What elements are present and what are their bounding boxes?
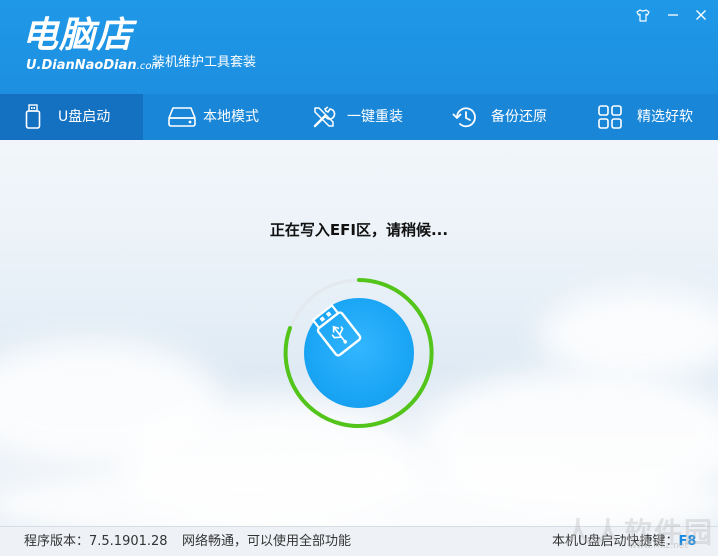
tab-usb-boot[interactable]: U盘启动 xyxy=(0,94,143,140)
apps-grid-icon xyxy=(595,103,625,131)
tab-label: 精选好软 xyxy=(637,109,693,125)
logo-title: 电脑店 xyxy=(22,15,134,56)
program-version: 程序版本：7.5.1901.28 xyxy=(24,534,168,549)
main-tab-bar: U盘启动 本地模式 一键重装 备份还原 精选好软 xyxy=(0,94,718,140)
tab-label: 一键重装 xyxy=(347,109,403,125)
writing-status-text: 正在写入EFI区，请稍候... xyxy=(269,221,449,239)
close-button[interactable] xyxy=(690,6,712,24)
hard-disk-icon xyxy=(167,103,197,131)
app-header: 电脑店 U.DianNaoDian.com 装机维护工具套装 xyxy=(0,0,718,94)
skin-button[interactable] xyxy=(632,6,654,24)
progress-ring xyxy=(282,276,436,430)
usb-plug-icon xyxy=(311,303,362,357)
tab-one-key-reinstall[interactable]: 一键重装 xyxy=(287,94,431,140)
logo-domain: U.DianNaoDian xyxy=(26,58,137,73)
minimize-icon xyxy=(668,14,678,16)
watermark-url: www.rrxz.net xyxy=(629,541,688,551)
shirt-icon xyxy=(636,8,650,22)
logo-subtitle: U.DianNaoDian.com xyxy=(26,58,161,75)
usb-drive-icon xyxy=(18,103,48,131)
status-bar: 程序版本：7.5.1901.28 网络畅通，可以使用全部功能 本机U盘启动快捷键… xyxy=(0,516,718,556)
tab-label: U盘启动 xyxy=(58,109,111,125)
minimize-button[interactable] xyxy=(662,6,684,24)
tab-local-mode[interactable]: 本地模式 xyxy=(143,94,287,140)
tab-featured-software[interactable]: 精选好软 xyxy=(575,94,718,140)
close-icon xyxy=(696,10,706,20)
tab-label: 备份还原 xyxy=(491,109,547,125)
main-panel: 正在写入EFI区，请稍候... xyxy=(0,140,718,526)
cloud-decoration xyxy=(540,290,718,380)
tab-label: 本地模式 xyxy=(203,109,259,125)
app-tagline: 装机维护工具套装 xyxy=(152,55,257,70)
network-status: 网络畅通，可以使用全部功能 xyxy=(182,534,352,549)
tools-icon xyxy=(309,103,339,131)
tab-backup-restore[interactable]: 备份还原 xyxy=(431,94,575,140)
usb-progress-badge xyxy=(304,298,414,408)
restore-icon xyxy=(451,103,481,131)
